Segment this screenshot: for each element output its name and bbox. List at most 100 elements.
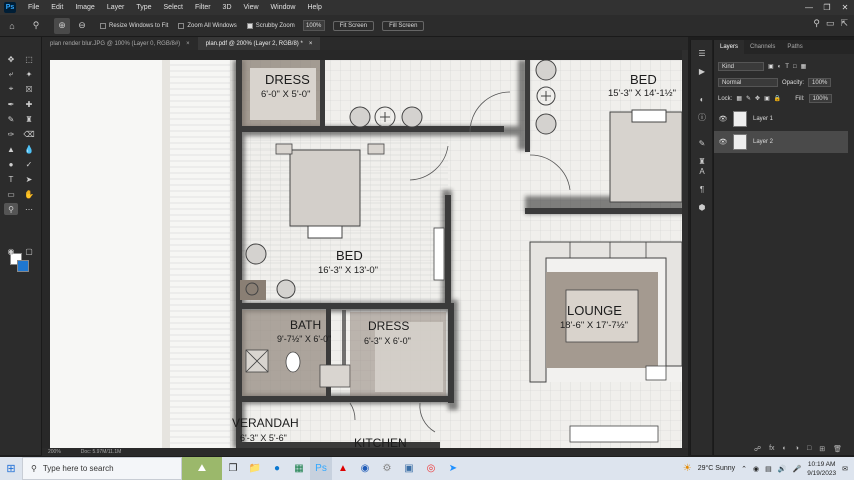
tab-channels[interactable]: Channels (744, 40, 781, 54)
taskbar-search-box[interactable]: ⚲ Type here to search (22, 457, 182, 480)
scrubby-zoom-checkbox[interactable]: Scrubby Zoom (246, 22, 295, 29)
lock-pixels-icon[interactable]: ▦ (736, 95, 742, 102)
app-blue-icon[interactable]: ◉ (354, 457, 376, 480)
lock-paint-icon[interactable]: ✎ (746, 95, 751, 102)
filter-type-icon[interactable]: T (785, 64, 789, 70)
rectangle-tool-icon[interactable]: ▭ (4, 188, 18, 200)
menu-image[interactable]: Image (69, 4, 100, 11)
adjustments-icon[interactable]: ◐ (695, 92, 709, 106)
tray-chevron-icon[interactable]: ⌃ (741, 465, 747, 473)
healing-brush-icon[interactable]: ✚ (22, 98, 36, 110)
menu-view[interactable]: View (238, 4, 265, 11)
taskbar-clock[interactable]: 10:19 AM 9/19/2023 (807, 460, 836, 478)
background-color-swatch[interactable] (17, 260, 29, 272)
lasso-tool-icon[interactable]: ⤶ (4, 68, 18, 80)
type-tool-icon[interactable]: T (4, 173, 18, 185)
file-explorer-icon[interactable]: 📁 (244, 457, 266, 480)
close-icon[interactable]: ✕ (836, 0, 854, 15)
scrubby-zoom-box[interactable] (246, 22, 253, 29)
zoom-tool-icon[interactable]: ⚲ (28, 18, 44, 34)
quick-mask-icon[interactable]: ◉ (4, 245, 18, 257)
filter-smart-icon[interactable]: ▦ (801, 63, 807, 70)
eyedropper-icon[interactable]: ✒ (4, 98, 18, 110)
photoshop-taskbar-icon[interactable]: Ps (310, 457, 332, 480)
add-mask-icon[interactable]: ◐ (783, 445, 787, 453)
zoom-in-icon[interactable]: ⊕ (54, 17, 70, 34)
tab-paths[interactable]: Paths (781, 40, 808, 54)
document-canvas[interactable]: DRESS 6'-0" X 5'-0" BED 15'-3" X 14'-1½"… (50, 60, 682, 448)
tab-plan-pdf[interactable]: plan.pdf @ 200% (Layer 2, RGB/8) * × (197, 37, 321, 50)
new-layer-icon[interactable]: ⊞ (819, 445, 825, 453)
tab-close-icon[interactable]: × (186, 41, 190, 47)
zoom-out-icon[interactable]: ⊖ (74, 18, 90, 34)
crop-tool-icon[interactable]: ⌖ (4, 83, 18, 95)
resize-windows-checkbox[interactable]: Resize Windows to Fit (100, 22, 168, 29)
microphone-icon[interactable]: 🎤 (792, 465, 801, 473)
paragraph-panel-icon[interactable]: ¶ (695, 182, 709, 196)
menu-file[interactable]: File (22, 4, 45, 11)
filter-shape-icon[interactable]: □ (793, 64, 797, 70)
resize-windows-box[interactable] (100, 22, 106, 29)
workspace-icon[interactable]: ▭ (826, 18, 835, 29)
path-select-icon[interactable]: ➤ (22, 173, 36, 185)
fx-icon[interactable]: fx (769, 445, 774, 453)
volume-icon[interactable]: 🔊 (778, 465, 787, 473)
delete-layer-icon[interactable]: 🗑 (833, 445, 842, 453)
brush-settings-icon[interactable]: ✎ (695, 136, 709, 150)
visibility-eye-icon[interactable]: 👁 (717, 138, 729, 146)
chrome-icon[interactable]: ◎ (420, 457, 442, 480)
blur-tool-icon[interactable]: 💧 (22, 143, 36, 155)
weather-icon[interactable]: ☀ (683, 463, 692, 474)
opacity-field[interactable]: 100% (808, 78, 832, 87)
character-panel-icon[interactable]: A (695, 164, 709, 178)
dodge-tool-icon[interactable]: ● (4, 158, 18, 170)
camera-app-icon[interactable]: ▣ (398, 457, 420, 480)
edge-browser-icon[interactable]: ● (266, 457, 288, 480)
marquee-tool-icon[interactable]: ⬚ (22, 53, 36, 65)
zoom-value-field[interactable]: 100% (302, 20, 325, 31)
tab-plan-render-blur[interactable]: plan render blur.JPG @ 100% (Layer 0, RG… (42, 37, 198, 50)
share-icon[interactable]: ⇱ (840, 18, 848, 29)
menu-type[interactable]: Type (130, 4, 157, 11)
zoom-all-box[interactable] (178, 22, 185, 29)
3d-panel-icon[interactable]: ⬢ (695, 200, 709, 214)
fill-field[interactable]: 100% (808, 94, 832, 103)
menu-help[interactable]: Help (301, 4, 327, 11)
app-arrow-icon[interactable]: ➤ (442, 457, 464, 480)
more-tools-icon[interactable]: ⋯ (22, 203, 36, 215)
vertical-scrollbar[interactable] (682, 50, 688, 448)
lock-all-icon[interactable]: 🔒 (774, 95, 781, 102)
menu-3d[interactable]: 3D (217, 4, 238, 11)
layer-name[interactable]: Layer 1 (753, 116, 773, 122)
actions-play-icon[interactable]: ▶ (695, 64, 709, 78)
new-adjustment-icon[interactable]: ◑ (795, 445, 799, 453)
lock-artboard-icon[interactable]: ▣ (764, 95, 770, 102)
layer-row-layer-2[interactable]: 👁 Layer 2 (714, 131, 848, 153)
brush-tool-icon[interactable]: ✎ (4, 113, 18, 125)
status-zoom[interactable]: 200% (48, 449, 61, 455)
menu-window[interactable]: Window (265, 4, 302, 11)
search-icon[interactable]: ⚲ (813, 18, 820, 29)
lock-position-icon[interactable]: ✥ (755, 95, 760, 102)
search-highlight-icon[interactable]: ⛰ (182, 457, 222, 480)
tab-layers[interactable]: Layers (714, 40, 745, 54)
zoom-all-checkbox[interactable]: Zoom All Windows (178, 22, 237, 29)
pen-tool-icon[interactable]: ✓ (22, 158, 36, 170)
menu-edit[interactable]: Edit (45, 4, 69, 11)
notifications-icon[interactable]: ✉ (842, 465, 848, 473)
frame-tool-icon[interactable]: ☒ (22, 83, 36, 95)
info-icon[interactable]: ⓘ (695, 110, 709, 124)
eraser-tool-icon[interactable]: ⌫ (22, 128, 36, 140)
network-icon[interactable]: ▤ (765, 465, 772, 473)
layer-row-layer-1[interactable]: 👁 Layer 1 (714, 108, 848, 130)
magic-wand-icon[interactable]: ✦ (22, 68, 36, 80)
minimize-icon[interactable]: — (800, 0, 818, 15)
filter-pixel-icon[interactable]: ▣ (768, 63, 774, 70)
weather-text[interactable]: 29°C Sunny (698, 465, 735, 472)
paint-bucket-icon[interactable]: ▲ (4, 143, 18, 155)
task-view-icon[interactable]: ❐ (222, 457, 244, 480)
kind-filter-select[interactable]: Kind (718, 62, 764, 71)
new-group-icon[interactable]: □ (807, 445, 811, 453)
menu-layer[interactable]: Layer (101, 4, 131, 11)
windows-start-icon[interactable]: ⊞ (0, 457, 22, 480)
